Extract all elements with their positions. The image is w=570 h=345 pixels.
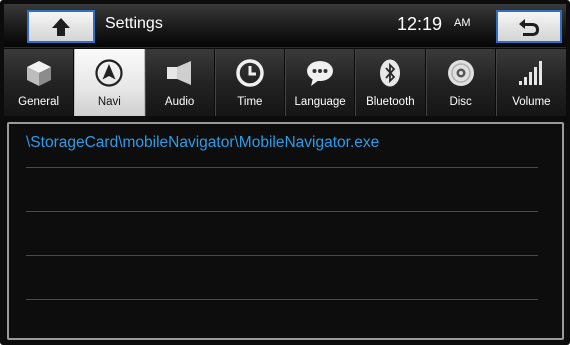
tab-language[interactable]: Language: [285, 49, 356, 116]
speaker-icon: [166, 61, 191, 85]
list-item[interactable]: [26, 168, 538, 212]
cube-icon: [26, 61, 51, 86]
tab-audio[interactable]: Audio: [144, 49, 215, 116]
tab-disc[interactable]: Disc: [425, 49, 496, 116]
clock-icon: [236, 59, 264, 87]
disc-icon: [447, 60, 474, 86]
list-item[interactable]: \StorageCard\mobileNavigator\MobileNavig…: [26, 124, 538, 168]
tab-label: Audio: [164, 96, 195, 108]
tab-label: Bluetooth: [366, 96, 415, 108]
volume-bars-icon: [519, 61, 543, 85]
header-bar: Settings 12:19 AM: [4, 4, 566, 48]
list-item[interactable]: [26, 212, 538, 256]
tab-volume[interactable]: Volume: [495, 49, 566, 116]
tab-navi[interactable]: Navi: [74, 49, 145, 116]
settings-screen: Settings 12:19 AM General Navi Audio Tim…: [0, 0, 570, 345]
navigator-path: \StorageCard\mobileNavigator\MobileNavig…: [26, 134, 380, 151]
speech-bubble-icon: [307, 61, 334, 86]
tab-bluetooth[interactable]: Bluetooth: [355, 49, 426, 116]
bluetooth-icon: [380, 59, 401, 87]
tab-label: Volume: [512, 96, 551, 108]
tab-label: Language: [294, 96, 346, 108]
page-title: Settings: [105, 15, 163, 32]
tab-general[interactable]: General: [4, 49, 75, 116]
tab-time[interactable]: Time: [214, 49, 285, 116]
tab-label: General: [18, 96, 60, 108]
navi-path-list: \StorageCard\mobileNavigator\MobileNavig…: [7, 122, 564, 340]
home-button[interactable]: [27, 10, 95, 43]
back-return-icon: [519, 18, 539, 36]
navigation-arrow-icon: [95, 59, 123, 87]
clock-time: 12:19: [397, 14, 443, 34]
tab-label: Navi: [97, 96, 121, 108]
list-item[interactable]: [26, 256, 538, 300]
tab-label: Time: [237, 96, 263, 108]
home-arrow-icon: [52, 17, 70, 36]
back-button[interactable]: [496, 10, 562, 43]
settings-tab-bar: General Navi Audio Time Language Bluetoo…: [4, 49, 566, 116]
tab-label: Disc: [449, 96, 472, 108]
clock-ampm: AM: [454, 17, 471, 29]
